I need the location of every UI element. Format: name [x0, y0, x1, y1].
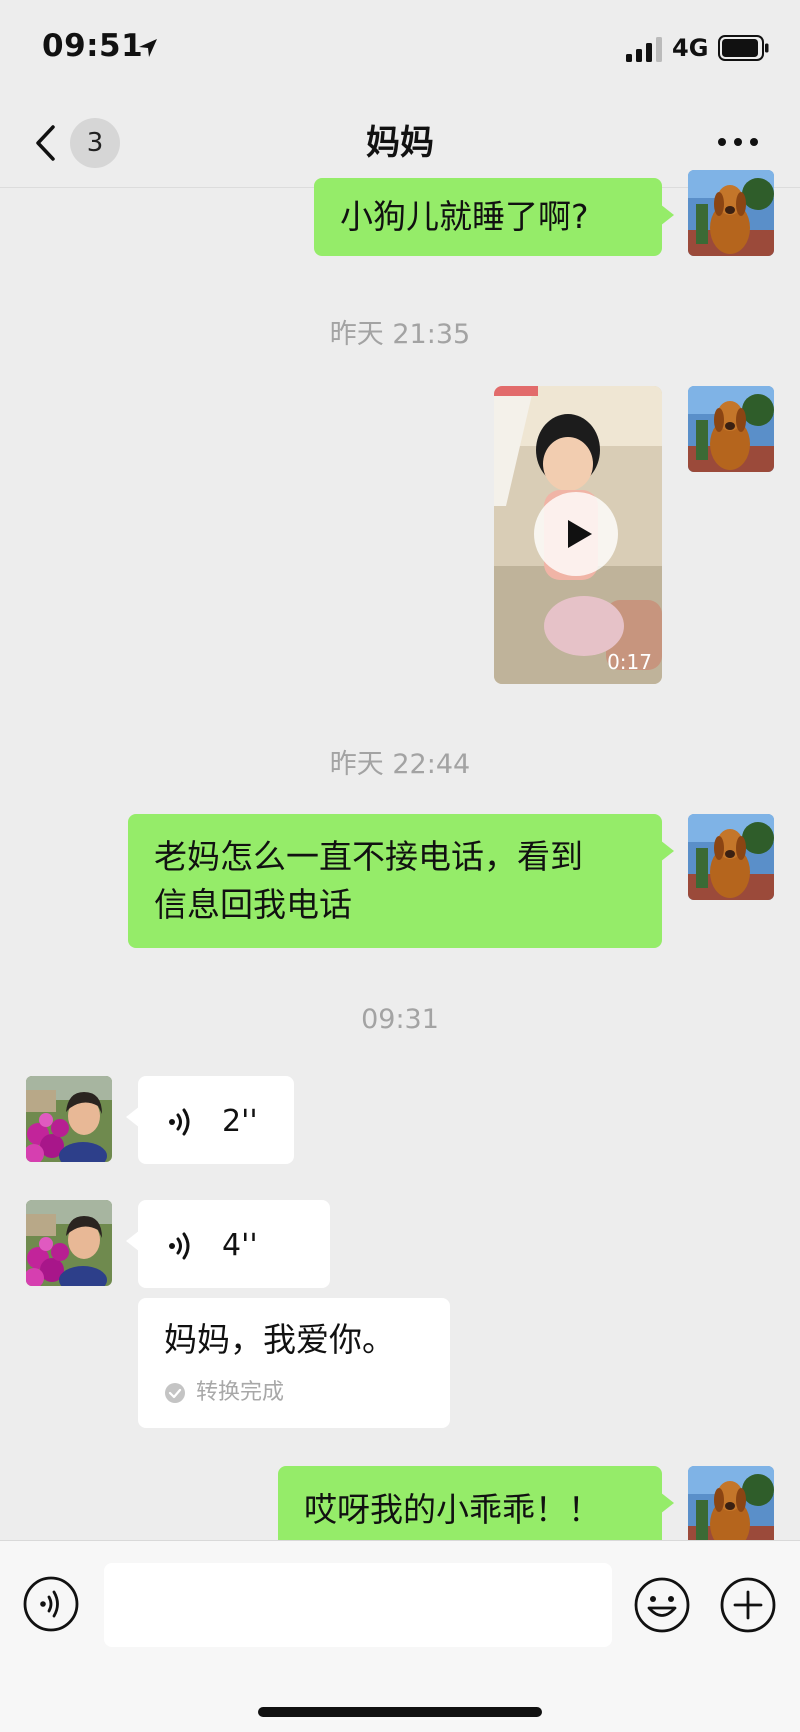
- message-text-line: 信息回我电话: [154, 885, 352, 924]
- plus-icon[interactable]: [718, 1575, 778, 1635]
- play-button[interactable]: [534, 492, 618, 576]
- check-circle-icon: [165, 1383, 185, 1403]
- chat-input-bar: [0, 1540, 800, 1732]
- timestamp: 09:31: [361, 1004, 439, 1035]
- home-indicator[interactable]: [258, 1707, 542, 1717]
- status-bar: 09:51 4G: [0, 0, 800, 100]
- message-text: 哎呀我的小乖乖！！: [304, 1490, 601, 1529]
- contact-avatar[interactable]: [26, 1200, 112, 1286]
- timestamp: 昨天 22:44: [329, 749, 471, 780]
- transcript-status: 转换完成: [196, 1380, 285, 1405]
- timestamp: 昨天 21:35: [329, 319, 471, 350]
- voice-wave-icon: [169, 1108, 190, 1136]
- video-message[interactable]: 0:17: [494, 386, 662, 684]
- message-text-line: 老妈怎么一直不接电话，看到: [154, 837, 583, 876]
- voice-duration: 4'': [222, 1228, 258, 1263]
- battery-icon: [718, 35, 769, 61]
- voice-message[interactable]: 2'': [126, 1076, 294, 1164]
- voice-transcript[interactable]: 妈妈，我爱你。 转换完成: [138, 1298, 450, 1428]
- transcript-text: 妈妈，我爱你。: [164, 1320, 395, 1359]
- voice-wave-icon: [169, 1232, 190, 1260]
- signal-icon: [626, 37, 662, 62]
- voice-toggle-icon[interactable]: [22, 1575, 80, 1633]
- network-label: 4G: [672, 34, 709, 62]
- my-avatar[interactable]: [688, 170, 774, 256]
- message-input[interactable]: [104, 1563, 612, 1647]
- location-arrow-icon: [139, 39, 157, 57]
- video-duration: 0:17: [607, 650, 652, 674]
- contact-avatar[interactable]: [26, 1076, 112, 1162]
- message-text: 小狗儿就睡了啊?: [340, 197, 589, 236]
- voice-message[interactable]: 4'': [126, 1200, 330, 1288]
- status-time: 09:51: [42, 28, 144, 64]
- voice-duration: 2'': [222, 1104, 258, 1139]
- more-dots-icon[interactable]: [716, 122, 760, 162]
- my-avatar[interactable]: [688, 386, 774, 472]
- chat-header: 3 妈妈: [0, 100, 800, 188]
- chat-title: 妈妈: [366, 123, 434, 163]
- emoji-icon[interactable]: [632, 1575, 692, 1635]
- my-avatar[interactable]: [688, 814, 774, 900]
- message-bubble-outgoing[interactable]: 老妈怎么一直不接电话，看到 信息回我电话: [128, 814, 674, 948]
- message-bubble-outgoing[interactable]: 小狗儿就睡了啊?: [314, 178, 674, 256]
- play-icon: [568, 520, 592, 548]
